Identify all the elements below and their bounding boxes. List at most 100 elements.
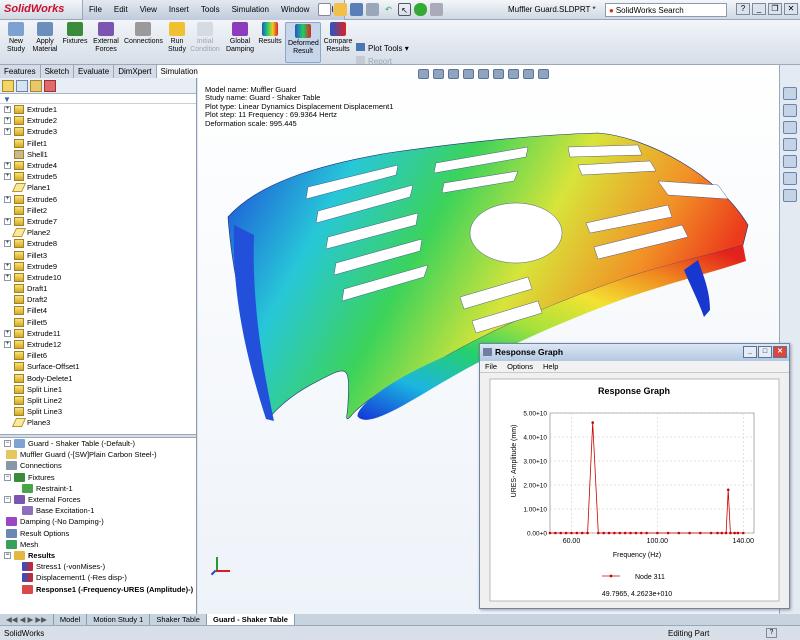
feature-tree-item[interactable]: +Extrude5	[0, 171, 196, 182]
zoom-to-fit-icon[interactable]	[418, 69, 429, 79]
feature-tree-item[interactable]: Plane2	[0, 227, 196, 238]
response-maximize-button[interactable]: □	[758, 346, 772, 358]
tab-simulation[interactable]: Simulation	[157, 65, 203, 78]
feature-tree-item[interactable]: Shell1	[0, 149, 196, 160]
view-palette-icon[interactable]	[783, 138, 797, 151]
previous-view-icon[interactable]	[448, 69, 459, 79]
expand-toggle[interactable]: +	[4, 341, 11, 348]
results-node[interactable]: −Results	[0, 550, 196, 561]
help-icon[interactable]: ?	[736, 3, 750, 15]
open-icon[interactable]	[334, 3, 347, 16]
expand-toggle[interactable]: +	[4, 218, 11, 225]
hide-show-icon[interactable]	[508, 69, 519, 79]
menu-file[interactable]: File	[83, 0, 108, 20]
resources-icon[interactable]	[783, 87, 797, 100]
rebuild-icon[interactable]	[414, 3, 427, 16]
print-icon[interactable]	[366, 3, 379, 16]
search-input[interactable]: SolidWorks Search	[616, 6, 684, 15]
response-graph-titlebar[interactable]: Response Graph _ □ ✕	[480, 344, 789, 361]
design-library-icon[interactable]	[783, 104, 797, 117]
result-options-node[interactable]: Result Options	[0, 528, 196, 539]
select-icon[interactable]: ↖	[398, 3, 411, 16]
mesh-node[interactable]: Mesh	[0, 539, 196, 550]
study-node[interactable]: −Guard - Shaker Table (-Default-)	[0, 438, 196, 449]
minimize-button[interactable]: _	[752, 3, 766, 15]
file-explorer-icon[interactable]	[783, 121, 797, 134]
run-study-button[interactable]: Run Study	[166, 22, 188, 54]
feature-tree-item[interactable]: Body-Delete1	[0, 373, 196, 384]
display-manager-icon[interactable]	[44, 80, 56, 92]
menu-window[interactable]: Window	[275, 0, 315, 20]
undo-icon[interactable]: ↶	[382, 3, 395, 16]
feature-tree-item[interactable]: +Extrude10	[0, 272, 196, 283]
feature-tree-item[interactable]: Fillet5	[0, 317, 196, 328]
displacement-plot-node[interactable]: Displacement1 (-Res disp-)	[0, 572, 196, 583]
expand-toggle[interactable]: +	[4, 240, 11, 247]
feature-tree-item[interactable]: +Extrude8	[0, 238, 196, 249]
expand-toggle[interactable]: +	[4, 128, 11, 135]
feature-tree-item[interactable]: +Extrude4	[0, 160, 196, 171]
feature-tree-item[interactable]: +Extrude2	[0, 115, 196, 126]
save-icon[interactable]	[350, 3, 363, 16]
collapse-toggle[interactable]: −	[4, 496, 11, 503]
apply-scene-icon[interactable]	[538, 69, 549, 79]
plot-tools-button[interactable]: Plot Tools ▾	[356, 43, 409, 53]
tab-dimxpert[interactable]: DimXpert	[114, 65, 156, 78]
feature-tree-item[interactable]: Split Line2	[0, 395, 196, 406]
part-node[interactable]: Muffler Guard (-[SW]Plain Carbon Steel-)	[0, 449, 196, 460]
fixtures-node[interactable]: −Fixtures	[0, 472, 196, 483]
menu-edit[interactable]: Edit	[108, 0, 134, 20]
options-icon[interactable]	[430, 3, 443, 16]
feature-tree-item[interactable]: Fillet6	[0, 350, 196, 361]
connections-node[interactable]: Connections	[0, 460, 196, 471]
property-manager-icon[interactable]	[16, 80, 28, 92]
feature-tree-item[interactable]: +Extrude9	[0, 261, 196, 272]
feature-tree-item[interactable]: Fillet2	[0, 205, 196, 216]
tab-motion-study[interactable]: Motion Study 1	[87, 614, 150, 625]
expand-toggle[interactable]: +	[4, 117, 11, 124]
response-menu-file[interactable]: File	[485, 362, 497, 371]
feature-tree-item[interactable]: +Extrude1	[0, 104, 196, 115]
feature-tree-item[interactable]: +Extrude12	[0, 339, 196, 350]
edit-appearance-icon[interactable]	[523, 69, 534, 79]
feature-tree-item[interactable]: Fillet4	[0, 305, 196, 316]
expand-toggle[interactable]: +	[4, 330, 11, 337]
base-excitation-node[interactable]: Base Excitation-1	[0, 505, 196, 516]
response-plot-node[interactable]: Response1 (-Frequency-URES (Amplitude)-)	[0, 583, 196, 594]
tab-sketch[interactable]: Sketch	[41, 65, 74, 78]
feature-tree-item[interactable]: Plane1	[0, 182, 196, 193]
nav-arrows-icon[interactable]: ◀◀ ◀ ▶ ▶▶	[0, 614, 54, 625]
expand-toggle[interactable]: +	[4, 274, 11, 281]
section-view-icon[interactable]	[463, 69, 474, 79]
appearances-icon[interactable]	[783, 155, 797, 168]
stress-plot-node[interactable]: Stress1 (-vonMises-)	[0, 561, 196, 572]
fixtures-button[interactable]: Fixtures	[62, 22, 88, 46]
collapse-pane-icon[interactable]	[783, 189, 797, 202]
expand-toggle[interactable]: +	[4, 173, 11, 180]
configuration-icon[interactable]	[30, 80, 42, 92]
close-button[interactable]: ✕	[784, 3, 798, 15]
menu-tools[interactable]: Tools	[195, 0, 226, 20]
search-box[interactable]: ● SolidWorks Search	[605, 3, 727, 17]
collapse-toggle[interactable]: −	[4, 552, 11, 559]
view-orientation-icon[interactable]	[478, 69, 489, 79]
tab-features[interactable]: Features	[0, 65, 41, 78]
response-minimize-button[interactable]: _	[743, 346, 757, 358]
feature-tree-item[interactable]: Plane3	[0, 417, 196, 428]
expand-toggle[interactable]: +	[4, 162, 11, 169]
new-doc-icon[interactable]	[318, 3, 331, 16]
menu-simulation[interactable]: Simulation	[226, 0, 275, 20]
tree-filter[interactable]: ▼	[0, 94, 196, 104]
feature-tree-icon[interactable]	[2, 80, 14, 92]
compare-results-button[interactable]: Compare Results	[323, 22, 353, 54]
tab-model[interactable]: Model	[54, 614, 87, 625]
collapse-toggle[interactable]: −	[4, 440, 11, 447]
restore-button[interactable]: ❐	[768, 3, 782, 15]
restraint-node[interactable]: Restraint-1	[0, 483, 196, 494]
feature-tree-item[interactable]: Fillet1	[0, 138, 196, 149]
response-menu-help[interactable]: Help	[543, 362, 558, 371]
feature-tree-item[interactable]: Surface-Offset1	[0, 361, 196, 372]
tab-shaker-table[interactable]: Shaker Table	[150, 614, 207, 625]
deformed-result-button[interactable]: Deformed Result	[285, 22, 321, 63]
feature-tree-item[interactable]: Split Line3	[0, 406, 196, 417]
